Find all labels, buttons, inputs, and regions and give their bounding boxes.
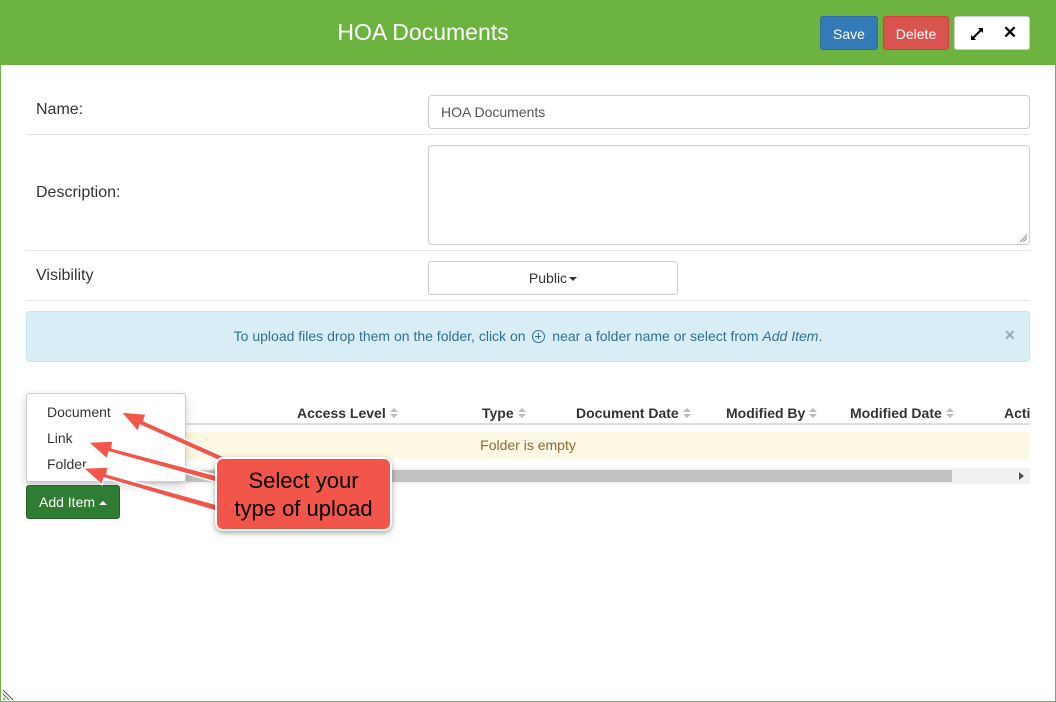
visibility-value: Public xyxy=(528,270,568,286)
caret-down-icon xyxy=(569,277,578,282)
sort-icon xyxy=(517,408,526,419)
column-header-modified-date[interactable]: Modified Date xyxy=(850,405,954,421)
alert-text-middle: near a folder name or select from xyxy=(552,328,759,344)
modal-title: HOA Documents xyxy=(337,19,509,45)
column-header-modified-by[interactable]: Modified By xyxy=(726,405,818,421)
alert-close-icon[interactable]: × xyxy=(1004,312,1015,358)
scroll-right-icon[interactable] xyxy=(1019,472,1024,480)
column-header-actions[interactable]: Acti xyxy=(1004,405,1030,421)
callout-line-2: type of upload xyxy=(234,496,373,521)
add-item-menu: Document Link Folder xyxy=(26,393,186,482)
window-resize-icon[interactable] xyxy=(3,688,15,700)
caret-up-icon xyxy=(99,501,108,506)
save-button[interactable]: Save xyxy=(820,16,878,50)
description-textarea[interactable] xyxy=(428,145,1030,245)
divider xyxy=(26,300,1030,301)
column-header-type[interactable]: Type xyxy=(482,405,526,421)
visibility-label: Visibility xyxy=(36,267,94,284)
menu-item-folder[interactable]: Folder xyxy=(47,456,87,472)
menu-item-link[interactable]: Link xyxy=(47,430,73,446)
description-label: Description: xyxy=(36,184,121,201)
name-label: Name: xyxy=(36,101,84,118)
menu-item-document[interactable]: Document xyxy=(47,404,111,420)
divider xyxy=(26,134,1030,135)
sort-icon xyxy=(809,408,818,419)
modal-header: HOA Documents Save Delete ✕ xyxy=(0,0,1056,65)
add-item-button[interactable]: Add Item xyxy=(26,485,120,519)
divider xyxy=(26,250,1030,251)
sort-icon xyxy=(945,408,954,419)
window-controls: ✕ xyxy=(954,16,1030,50)
delete-button[interactable]: Delete xyxy=(883,16,949,50)
close-icon[interactable]: ✕ xyxy=(1001,24,1019,42)
name-input[interactable]: HOA Documents xyxy=(428,95,1030,129)
add-item-label: Add Item xyxy=(38,494,96,510)
annotation-callout: Select your type of upload xyxy=(215,457,392,531)
column-header-document-date[interactable]: Document Date xyxy=(576,405,691,421)
alert-text-before: To upload files drop them on the folder,… xyxy=(233,328,526,344)
visibility-dropdown[interactable]: Public xyxy=(428,261,678,295)
alert-add-item-emphasis: Add Item xyxy=(762,328,819,344)
sort-icon xyxy=(389,408,398,419)
expand-icon[interactable] xyxy=(969,26,985,42)
resize-grip-icon[interactable] xyxy=(1019,234,1027,242)
column-header-access-level[interactable]: Access Level xyxy=(297,405,398,421)
upload-info-alert: To upload files drop them on the folder,… xyxy=(26,311,1030,362)
callout-line-1: Select your xyxy=(248,468,359,493)
plus-circle-icon xyxy=(532,330,546,343)
sort-icon xyxy=(682,408,691,419)
alert-text-end: . xyxy=(818,328,823,344)
